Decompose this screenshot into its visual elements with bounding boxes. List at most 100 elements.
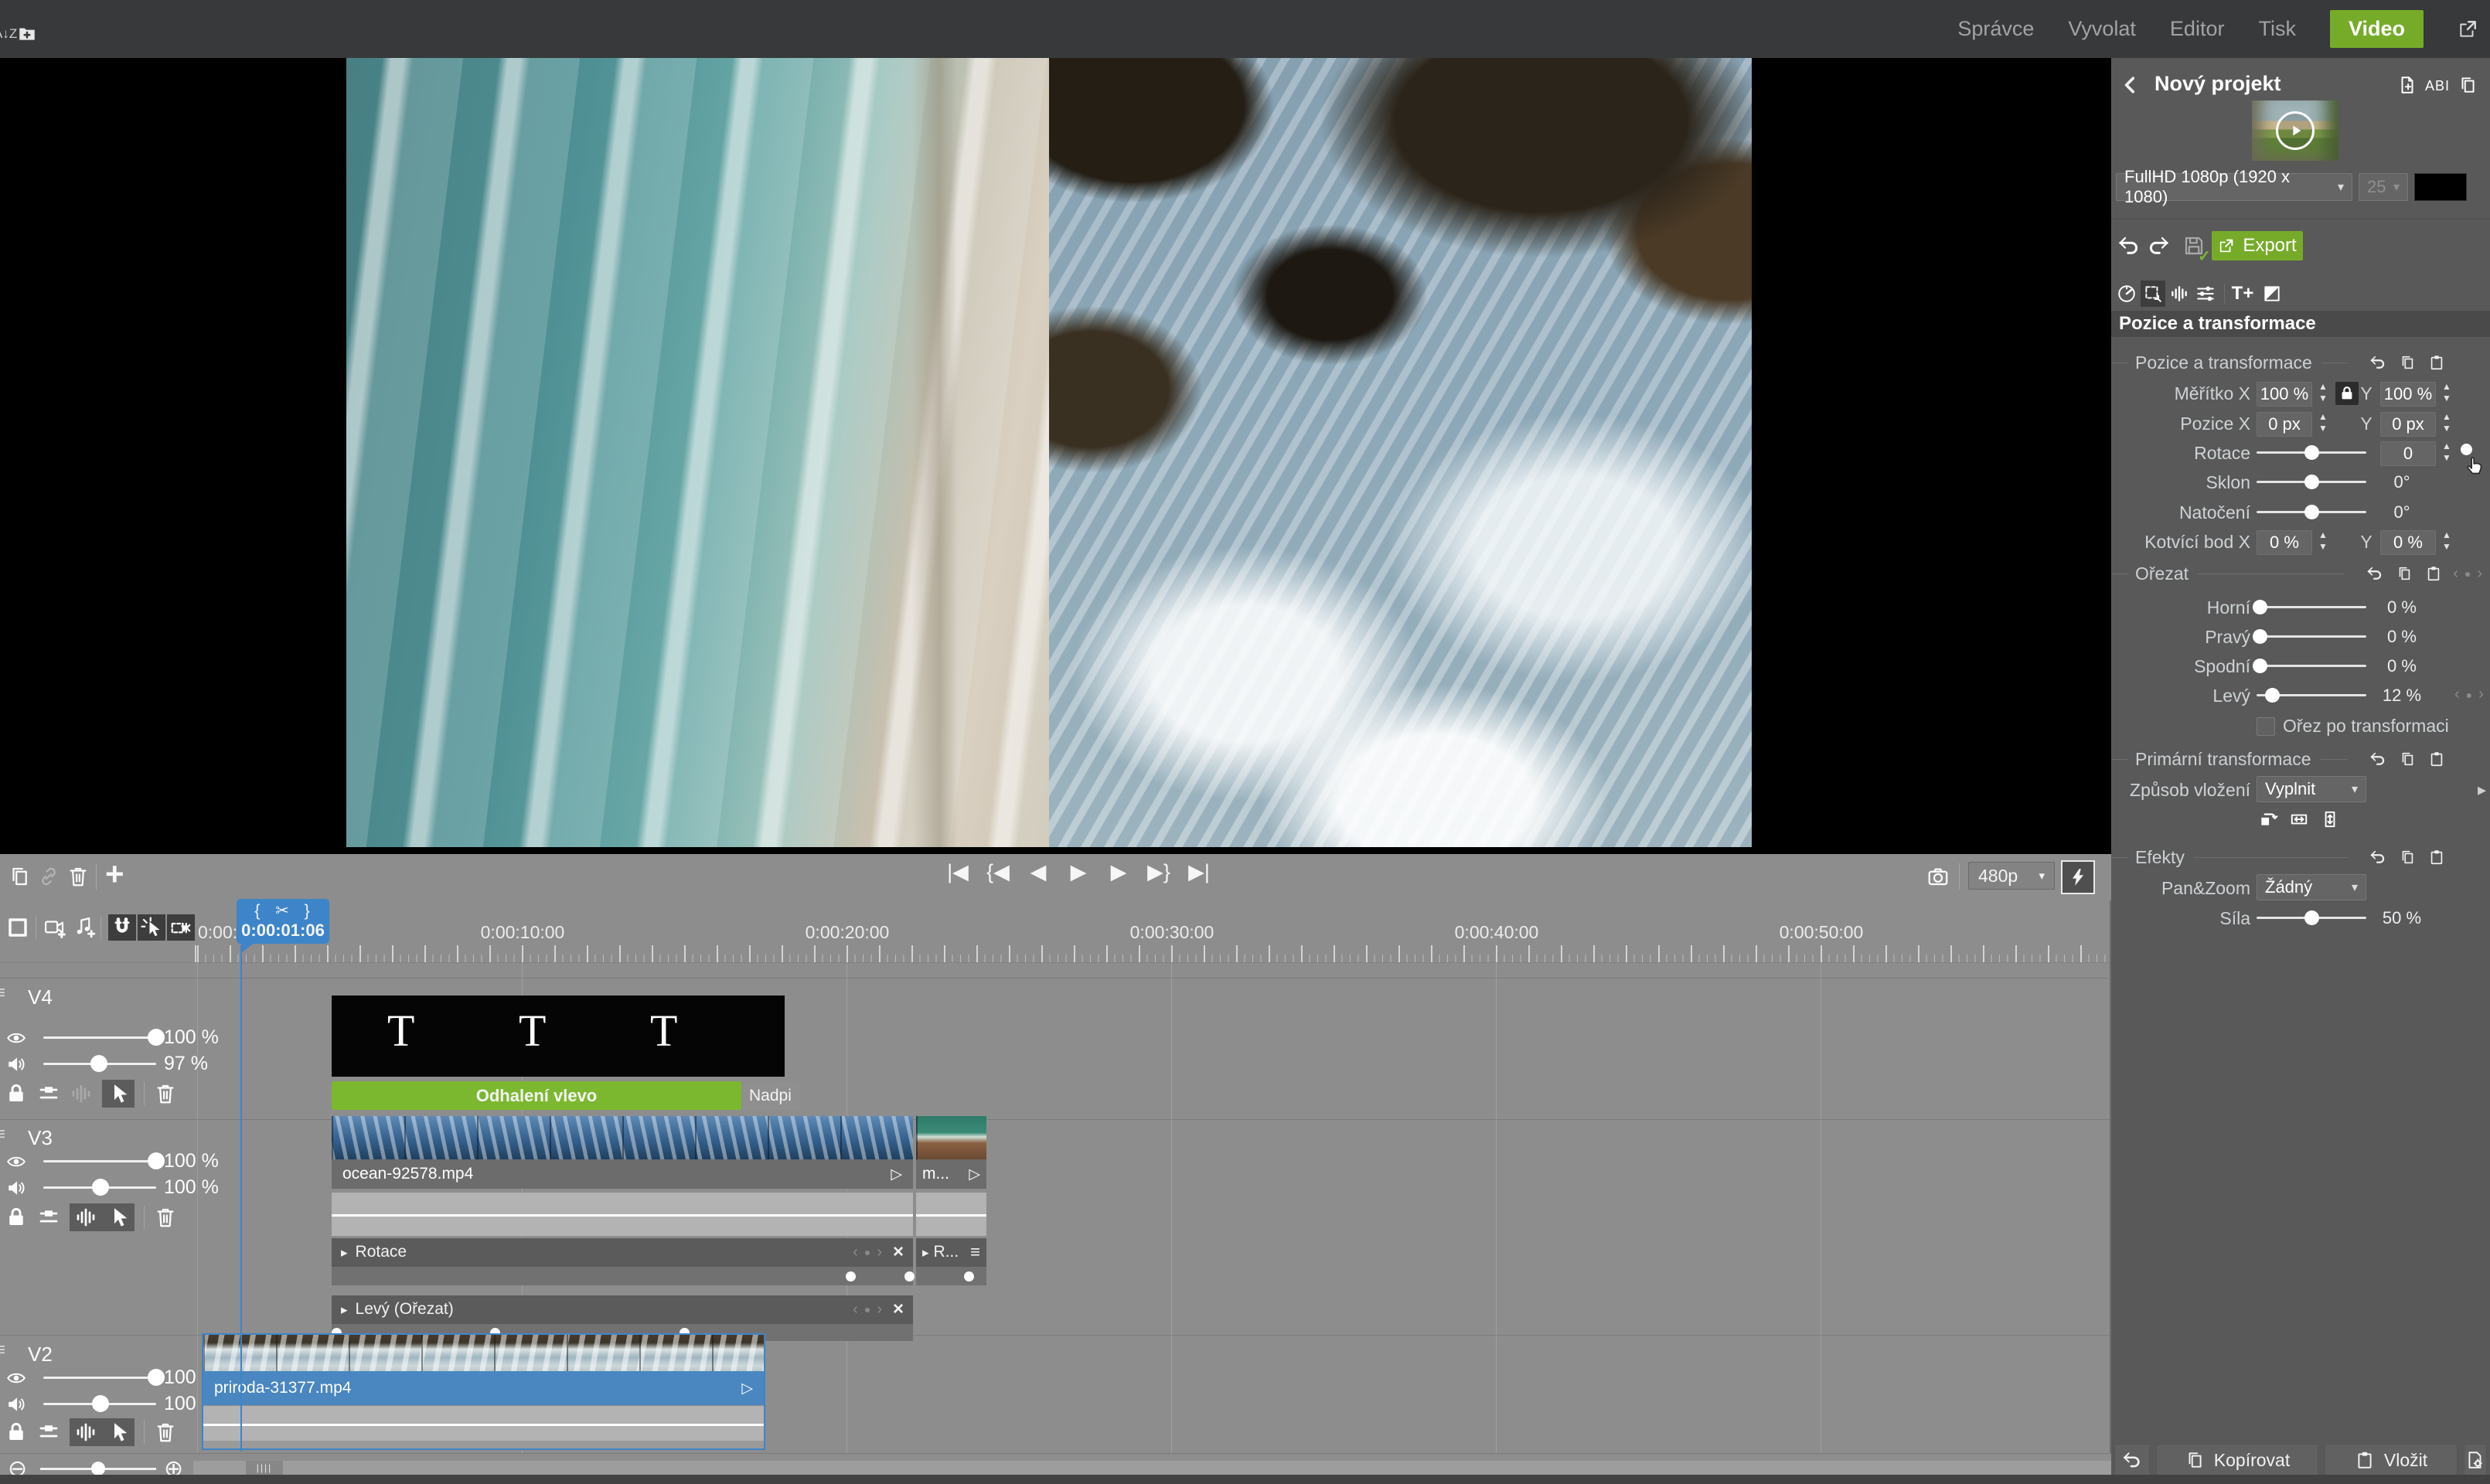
tools-caret-icon[interactable]: ▾ (181, 921, 188, 936)
add-clip-icon[interactable]: + (105, 856, 124, 893)
anchor-y-spinner[interactable]: ▲▼ (2439, 529, 2454, 553)
paste-icon[interactable] (2425, 565, 2442, 582)
prev-keyframe-icon[interactable]: ‹ (2454, 686, 2460, 703)
track-grip-icon[interactable]: ≡ (0, 982, 5, 1004)
anchor-x-spinner[interactable]: ▲▼ (2315, 529, 2331, 553)
insert-mode-select[interactable]: Vyplnit ▾ (2257, 776, 2366, 802)
fps-select[interactable]: 25 ▾ (2359, 173, 2408, 201)
duplicate-icon[interactable] (2458, 75, 2478, 95)
opacity-slider[interactable] (43, 1160, 156, 1162)
tab-video[interactable]: Video (2330, 10, 2424, 48)
spin-down-icon[interactable]: ▼ (2442, 393, 2451, 404)
tab-editor[interactable]: Editor (2170, 17, 2225, 41)
lock-aspect-icon[interactable] (2335, 382, 2359, 405)
spin-up-icon[interactable]: ▲ (2318, 411, 2328, 423)
remove-param-icon[interactable]: × (893, 1298, 904, 1320)
hardware-acceleration-toggle[interactable] (2061, 860, 2095, 894)
flip-vertical-icon[interactable] (2320, 809, 2340, 829)
redo-icon[interactable] (2147, 234, 2170, 257)
reset-icon[interactable] (2369, 849, 2386, 866)
position-y-spinner[interactable]: ▲▼ (2439, 411, 2454, 434)
preview-quality-select[interactable]: 480p ▾ (1968, 862, 2055, 890)
keyframe-nav[interactable]: ‹●› (853, 1301, 882, 1319)
waveform-select-group[interactable] (70, 1203, 135, 1231)
go-to-selection-start-button[interactable]: {◀ (985, 860, 1011, 884)
scale-y-spinner[interactable]: ▲▼ (2439, 381, 2454, 404)
volume-slider[interactable] (43, 1063, 156, 1065)
expand-icon[interactable]: ▸ (922, 1245, 929, 1260)
expand-icon[interactable]: ▸ (341, 1302, 348, 1317)
keyframe-strip-rotation[interactable] (332, 1266, 913, 1285)
tab-vyvolat[interactable]: Vyvolat (2068, 17, 2136, 41)
crop-left-slider[interactable] (2257, 694, 2366, 696)
spin-down-icon[interactable]: ▼ (2318, 541, 2328, 553)
volume-slider[interactable] (43, 1403, 156, 1405)
scale-x-input[interactable]: 100 % (2257, 382, 2312, 407)
keyframe-point[interactable] (964, 1271, 974, 1281)
rotation-input[interactable]: 0 (2380, 441, 2436, 466)
go-to-end-button[interactable]: ▶| (1186, 860, 1212, 884)
keyframe-dot-icon[interactable]: ● (2464, 567, 2471, 580)
opacity-slider[interactable] (43, 1036, 156, 1039)
keyframe-dot-icon[interactable]: ● (864, 1303, 870, 1316)
split-icon[interactable]: ✂ (275, 902, 291, 920)
select-tool-toggle[interactable] (138, 914, 165, 941)
speaker-icon[interactable] (6, 1054, 26, 1074)
copy-clip-icon[interactable] (8, 865, 31, 888)
project-thumbnail[interactable] (2252, 100, 2338, 161)
waveform-toggle-icon[interactable] (70, 1082, 93, 1105)
keyframe-strip-rotation-2[interactable] (916, 1266, 986, 1285)
copy-button[interactable]: Kopírovat (2156, 1444, 2318, 1476)
remove-param-icon[interactable]: × (893, 1241, 904, 1263)
prev-keyframe-icon[interactable]: ‹ (853, 1244, 858, 1261)
spin-down-icon[interactable]: ▼ (2442, 423, 2451, 434)
next-keyframe-icon[interactable]: › (2478, 686, 2484, 703)
storyboard-view-icon[interactable] (6, 916, 29, 939)
add-video-track-icon[interactable] (43, 916, 66, 939)
spin-down-icon[interactable]: ▼ (2442, 452, 2451, 464)
timeline-scrollbar[interactable]: |||| (193, 1461, 2111, 1475)
mark-in-icon[interactable]: { (254, 902, 261, 920)
param-menu-icon[interactable]: ≡ (970, 1242, 980, 1262)
speed-tool-icon[interactable] (2114, 281, 2139, 307)
background-color-swatch[interactable] (2414, 173, 2467, 201)
clip-expand-icon[interactable]: ▷ (741, 1380, 753, 1397)
go-to-start-button[interactable]: |◀ (945, 860, 971, 884)
keyframe-point[interactable] (904, 1271, 915, 1281)
reset-icon[interactable] (2369, 354, 2386, 371)
copy-icon[interactable] (2399, 354, 2416, 371)
spin-down-icon[interactable]: ▼ (2442, 541, 2451, 553)
undock-icon[interactable] (2458, 19, 2478, 39)
scale-y-input[interactable]: 100 % (2380, 382, 2436, 407)
insert-mode-icon[interactable] (37, 1421, 60, 1444)
new-project-icon[interactable] (2397, 75, 2417, 95)
expand-icon[interactable]: ▸ (341, 1245, 348, 1260)
back-icon[interactable] (2120, 75, 2141, 95)
snapshot-icon[interactable] (1926, 865, 1950, 888)
copy-icon[interactable] (2399, 751, 2416, 768)
title-clip[interactable]: T T T (332, 996, 785, 1077)
copy-icon[interactable] (2396, 565, 2413, 582)
paste-icon[interactable] (2428, 751, 2445, 768)
spin-down-icon[interactable]: ▼ (2318, 423, 2328, 434)
mark-out-icon[interactable]: } (305, 902, 312, 920)
crop-right-slider[interactable] (2257, 635, 2366, 638)
insert-mode-icon[interactable] (37, 1082, 60, 1105)
tab-spravce[interactable]: Správce (1957, 17, 2034, 41)
paste-icon[interactable] (2428, 354, 2445, 371)
new-folder-icon[interactable] (17, 23, 37, 43)
keyframe-dot-icon[interactable]: ● (864, 1246, 870, 1258)
go-to-selection-end-button[interactable]: ▶} (1146, 860, 1172, 884)
param-row-crop-left[interactable]: ▸Levý (Ořezat) ‹●› × (332, 1295, 913, 1323)
add-audio-track-icon[interactable] (73, 916, 96, 939)
step-forward-button[interactable]: ▶ (1105, 860, 1132, 884)
waveform-select-group[interactable] (70, 1418, 135, 1446)
nature-clip-selected[interactable]: priroda-31377.mp4 ▷ (202, 1333, 765, 1450)
prev-keyframe-icon[interactable]: ‹ (853, 1301, 858, 1319)
keyframe-dot-icon[interactable]: ● (2466, 689, 2472, 701)
clip-expand-icon[interactable]: ▷ (891, 1166, 902, 1183)
transition-tool-icon[interactable] (2260, 281, 2284, 307)
spin-up-icon[interactable]: ▲ (2442, 411, 2451, 423)
track-grip-icon[interactable]: ≡ (0, 1124, 5, 1145)
eye-icon[interactable] (6, 1368, 26, 1388)
